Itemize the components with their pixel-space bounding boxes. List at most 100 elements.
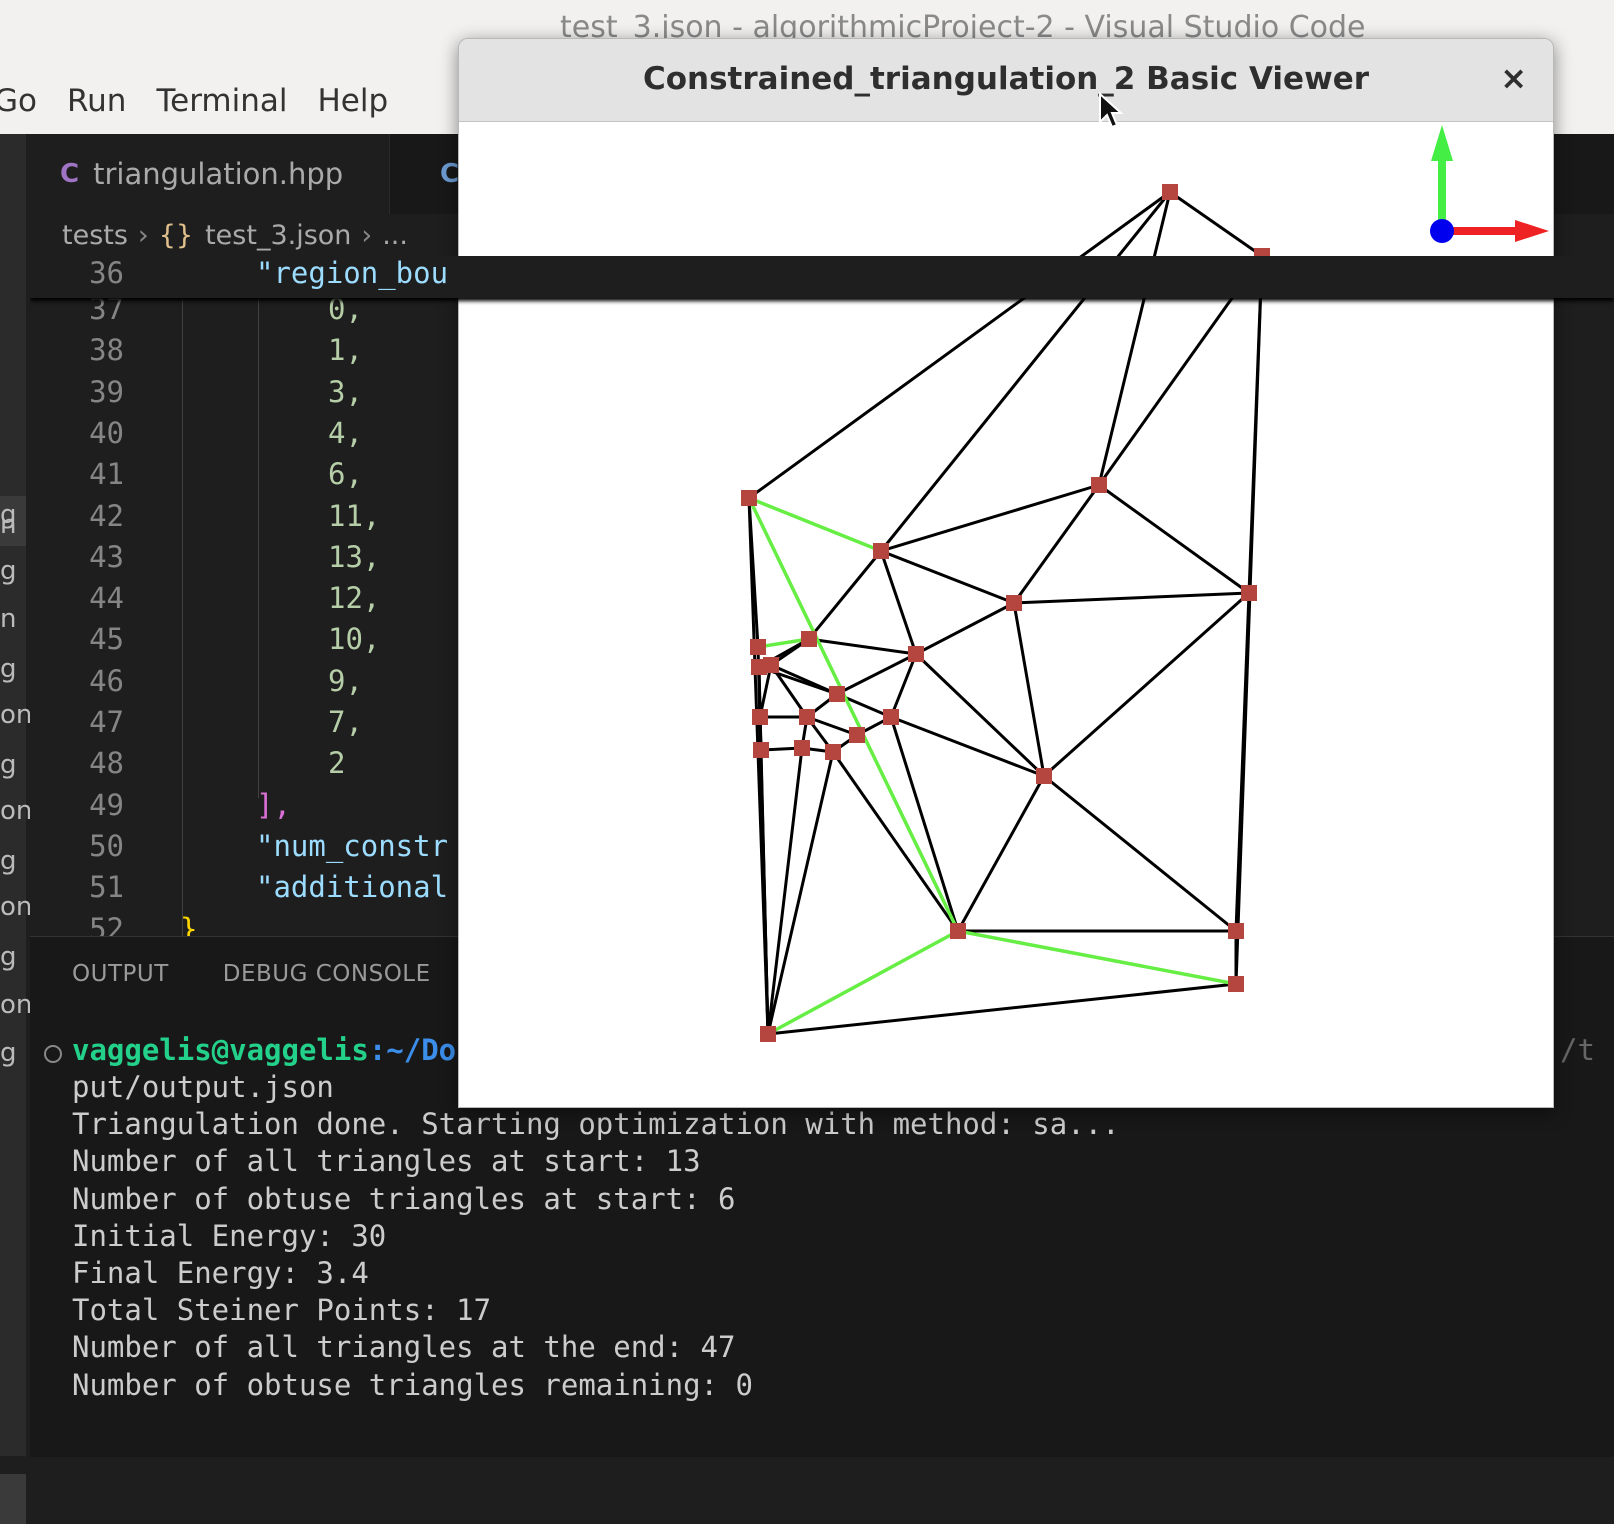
code-text: 4, bbox=[328, 415, 363, 450]
vertex-point bbox=[883, 709, 899, 725]
terminal-line: Number of all triangles at start: 13 bbox=[72, 1144, 701, 1179]
breadcrumb-more[interactable]: ... bbox=[382, 220, 408, 251]
terminal-line: Triangulation done. Starting optimizatio… bbox=[72, 1107, 1120, 1142]
code-text: "num_constr bbox=[256, 828, 449, 863]
code-text: 6, bbox=[328, 457, 363, 492]
constraint-edge bbox=[956, 929, 1238, 986]
line-number: 45 bbox=[89, 622, 124, 657]
triangulation-edge bbox=[1234, 591, 1251, 933]
menu-run[interactable]: Run bbox=[67, 83, 126, 119]
terminal-line: Total Steiner Points: 17 bbox=[72, 1293, 492, 1328]
vertex-point bbox=[829, 686, 845, 702]
line-number: 40 bbox=[89, 415, 124, 450]
vertex-point bbox=[741, 490, 757, 506]
sidebar-text-fragment: g bbox=[0, 750, 17, 780]
breadcrumb-file[interactable]: test_3.json bbox=[205, 220, 351, 251]
vertex-point bbox=[825, 744, 841, 760]
line-number: 50 bbox=[89, 828, 124, 863]
triangulation-edge bbox=[1168, 190, 1264, 258]
triangulation-edge bbox=[889, 715, 1046, 778]
close-icon[interactable]: × bbox=[1500, 59, 1527, 97]
y-axis-arrow-icon bbox=[1431, 125, 1453, 161]
viewer-titlebar[interactable]: Constrained_triangulation_2 Basic Viewer… bbox=[459, 39, 1553, 122]
sidebar-text-fragment: g bbox=[0, 654, 17, 684]
breadcrumb-folder[interactable]: tests bbox=[62, 220, 128, 251]
terminal-line: Initial Energy: 30 bbox=[72, 1218, 387, 1253]
prompt-user: vaggelis@vaggelis bbox=[72, 1033, 369, 1067]
vertex-point bbox=[908, 646, 924, 662]
menu-go[interactable]: Go bbox=[0, 83, 37, 119]
triangulation-edge bbox=[1012, 483, 1101, 605]
code-text: 3, bbox=[328, 374, 363, 409]
tab-label: triangulation.hpp bbox=[93, 157, 344, 191]
tab-output[interactable]: OUTPUT bbox=[72, 961, 169, 987]
indent-guide bbox=[182, 298, 183, 936]
vertex-point bbox=[794, 740, 810, 756]
vertex-point bbox=[750, 639, 766, 655]
vertex-point bbox=[1036, 768, 1052, 784]
vertex-point bbox=[752, 709, 768, 725]
line-number: 42 bbox=[89, 498, 124, 533]
line-number: 36 bbox=[89, 256, 124, 290]
tab-debug-console[interactable]: DEBUG CONSOLE bbox=[223, 961, 431, 987]
line-number: 51 bbox=[89, 870, 124, 905]
sidebar-text-fragment: on bbox=[0, 990, 33, 1020]
code-text: 9, bbox=[328, 663, 363, 698]
cpp-file-icon: C bbox=[440, 159, 460, 189]
triangulation-edge bbox=[807, 549, 883, 641]
origin-point bbox=[1430, 219, 1454, 243]
triangulation-edge bbox=[766, 750, 835, 1036]
sidebar-text-fragment: on bbox=[0, 892, 33, 922]
tab-triangulation-hpp[interactable]: C triangulation.hpp bbox=[30, 134, 390, 214]
sidebar-text-fragment: on bbox=[0, 796, 33, 826]
x-axis-arrow-icon bbox=[1515, 220, 1549, 242]
prompt-path: :~/Do bbox=[368, 1033, 457, 1067]
vertex-point bbox=[763, 657, 779, 673]
menu-terminal[interactable]: Terminal bbox=[156, 83, 287, 119]
terminal-prompt-line: vaggelis@vaggelis:~/Do bbox=[72, 1033, 456, 1067]
code-text: 1, bbox=[328, 333, 363, 368]
line-number: 41 bbox=[89, 457, 124, 492]
vertex-point bbox=[950, 923, 966, 939]
triangulation-edge bbox=[879, 549, 1016, 605]
sticky-scroll-line[interactable]: 36 "region_bou bbox=[30, 256, 1614, 298]
constraint-edge bbox=[747, 496, 883, 553]
code-text: 7, bbox=[328, 705, 363, 739]
triangulation-edge bbox=[835, 652, 918, 696]
vertex-point bbox=[801, 631, 817, 647]
indent-guide bbox=[258, 298, 259, 798]
breadcrumb: tests › {} test_3.json › ... bbox=[62, 214, 408, 256]
sidebar-text-fragment: g bbox=[0, 846, 17, 876]
line-number: 44 bbox=[89, 581, 124, 616]
triangulation-edge bbox=[766, 746, 804, 1036]
sidebar-text-fragment: n bbox=[0, 604, 17, 634]
triangulation-edge bbox=[956, 774, 1046, 933]
terminal-line: Number of obtuse triangles remaining: 0 bbox=[72, 1367, 753, 1402]
sidebar-selected-item-2[interactable] bbox=[0, 1474, 26, 1524]
vertex-point bbox=[1228, 923, 1244, 939]
mouse-pointer-icon bbox=[1099, 92, 1124, 129]
line-number: 43 bbox=[89, 539, 124, 574]
basic-viewer-window[interactable]: Constrained_triangulation_2 Basic Viewer… bbox=[458, 38, 1554, 1108]
line-number: 48 bbox=[89, 746, 124, 781]
vertex-point bbox=[1006, 595, 1022, 611]
terminal-overflow-text: /t bbox=[1560, 1033, 1595, 1067]
code-text: 12, bbox=[328, 581, 381, 616]
menu-help[interactable]: Help bbox=[317, 83, 388, 119]
triangulation-edges bbox=[747, 190, 1264, 1036]
vertex-point bbox=[753, 742, 769, 758]
sidebar-text-fragment: g bbox=[0, 942, 17, 972]
code-text: 2 bbox=[328, 746, 346, 781]
code-text: 11, bbox=[328, 498, 381, 533]
panel-tabs: OUTPUT DEBUG CONSOLE bbox=[72, 961, 485, 987]
triangulation-edge bbox=[1042, 591, 1251, 778]
axes-gizmo bbox=[1430, 125, 1549, 243]
triangulation-edge bbox=[757, 665, 763, 752]
code-text: ], bbox=[256, 787, 291, 822]
terminal-line: put/output.json bbox=[72, 1070, 334, 1104]
triangulation-edge bbox=[879, 549, 918, 656]
viewer-title: Constrained_triangulation_2 Basic Viewer bbox=[642, 61, 1370, 97]
line-number: 52 bbox=[89, 911, 124, 937]
constraint-edge bbox=[747, 496, 960, 933]
json-braces-icon: {} bbox=[158, 219, 194, 251]
